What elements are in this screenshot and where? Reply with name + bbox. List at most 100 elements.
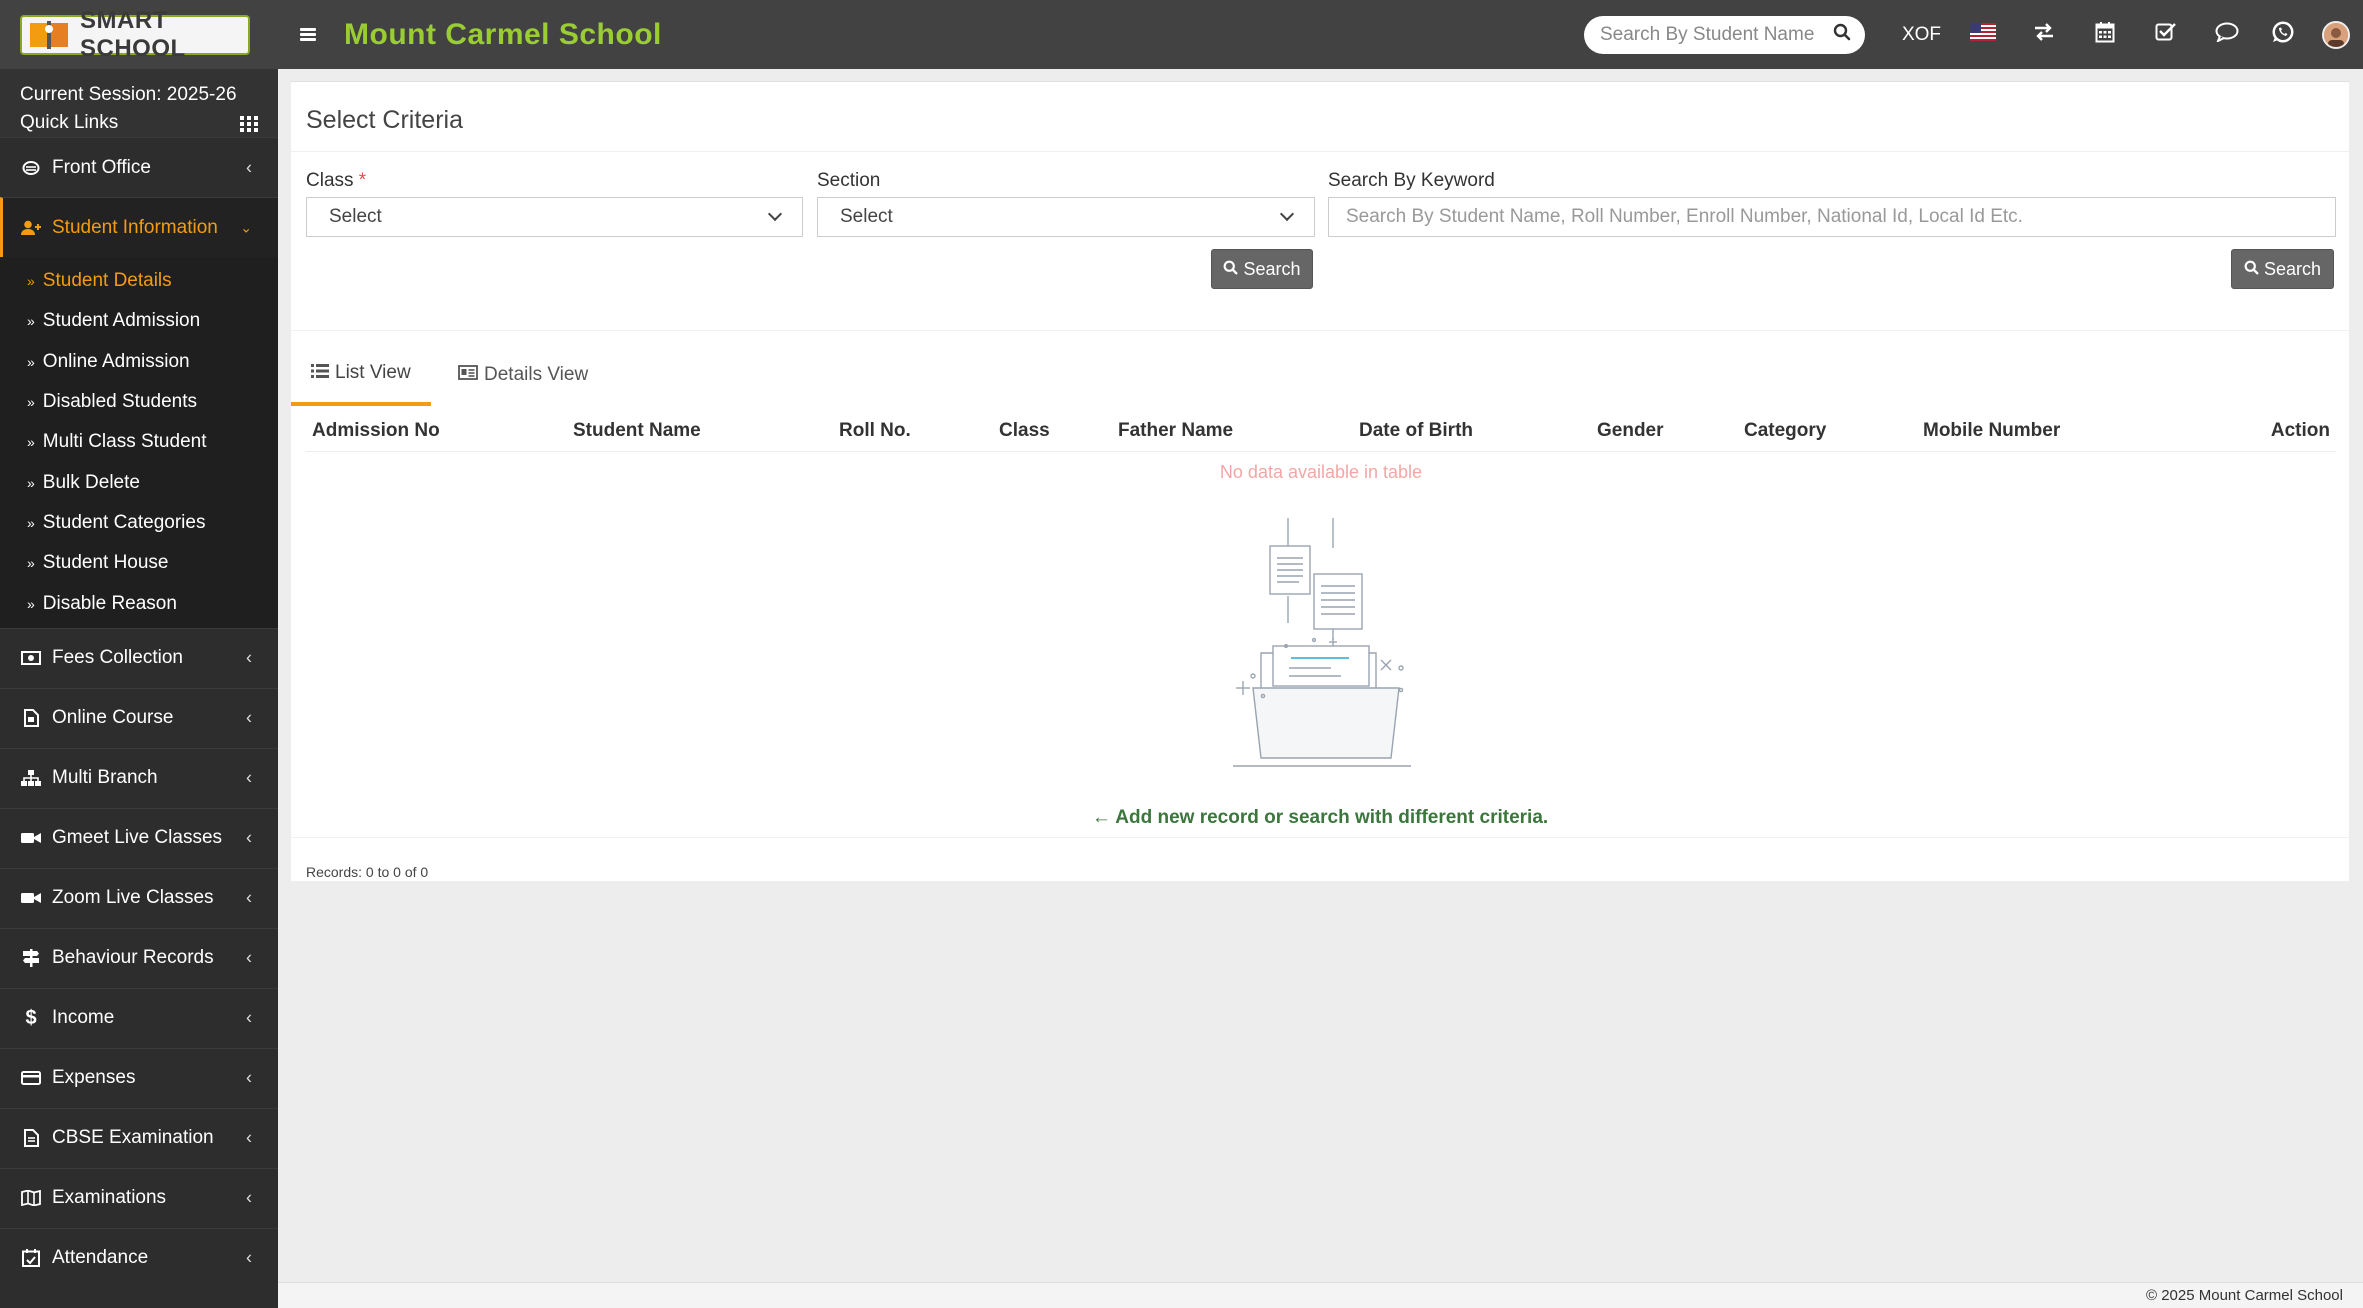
sidebar-item-student-information[interactable]: Student Information ⌄ xyxy=(0,197,278,257)
chevron-left-icon: ‹ xyxy=(246,1187,252,1208)
tab-label: Details View xyxy=(484,364,589,385)
language-flag-button[interactable] xyxy=(1952,0,2013,69)
submenu-student-details[interactable]: » Student Details xyxy=(0,261,278,301)
user-avatar xyxy=(2322,20,2350,49)
submenu-student-categories[interactable]: » Student Categories xyxy=(0,503,278,543)
video-icon xyxy=(20,891,42,905)
user-profile-button[interactable] xyxy=(2309,0,2363,69)
sidebar: Current Session: 2025-26 Quick Links Fro… xyxy=(0,69,278,1308)
exchange-icon xyxy=(2033,22,2055,47)
search-icon[interactable] xyxy=(1833,23,1851,46)
task-check-icon xyxy=(2155,22,2177,48)
submenu-student-house[interactable]: » Student House xyxy=(0,543,278,583)
sidebar-item-label: Student Information xyxy=(52,216,218,238)
sidebar-item-label: Multi Branch xyxy=(52,767,158,789)
column-header-student-name[interactable]: Student Name xyxy=(573,420,701,442)
sidebar-item-label: Fees Collection xyxy=(52,647,183,669)
sidebar-item-zoom-live-classes[interactable]: Zoom Live Classes ‹ xyxy=(0,867,278,928)
search-by-keyword-button[interactable]: Search xyxy=(2231,249,2334,289)
column-header-father-name[interactable]: Father Name xyxy=(1118,420,1233,442)
sidebar-item-label: Expenses xyxy=(52,1067,136,1089)
sidebar-item-multi-branch[interactable]: Multi Branch ‹ xyxy=(0,747,278,808)
submenu-disable-reason[interactable]: » Disable Reason xyxy=(0,583,278,623)
chevron-left-icon: ‹ xyxy=(246,827,252,848)
sidebar-item-attendance[interactable]: Attendance ‹ xyxy=(0,1227,278,1288)
student-details-panel: Select Criteria Class * Select Section S… xyxy=(291,81,2349,881)
column-header-mobile-number[interactable]: Mobile Number xyxy=(1923,420,2060,442)
submenu-bulk-delete[interactable]: » Bulk Delete xyxy=(0,462,278,502)
sidebar-item-examinations[interactable]: Examinations ‹ xyxy=(0,1167,278,1228)
class-select[interactable]: Select xyxy=(306,197,803,237)
sidebar-item-behaviour-records[interactable]: Behaviour Records ‹ xyxy=(0,927,278,988)
submenu-disabled-students[interactable]: » Disabled Students xyxy=(0,382,278,422)
double-chevron-icon: » xyxy=(27,273,35,290)
search-by-class-button[interactable]: Search xyxy=(1211,249,1313,289)
student-search-box xyxy=(1584,15,1865,54)
switch-session-button[interactable] xyxy=(2013,0,2074,69)
sidebar-item-fees-collection[interactable]: Fees Collection ‹ xyxy=(0,627,278,688)
chevron-left-icon: ‹ xyxy=(246,1007,252,1028)
column-header-category[interactable]: Category xyxy=(1744,420,1826,442)
sidebar-item-cbse-examination[interactable]: CBSE Examination ‹ xyxy=(0,1107,278,1168)
tab-details-view[interactable]: Details View xyxy=(458,344,608,406)
column-header-class[interactable]: Class xyxy=(999,420,1050,442)
section-select[interactable]: Select xyxy=(817,197,1315,237)
column-header-admission-no[interactable]: Admission No xyxy=(312,420,440,442)
dollar-icon: $ xyxy=(25,1006,37,1029)
records-count: Records: 0 to 0 of 0 xyxy=(306,864,429,880)
main-content: Select Criteria Class * Select Section S… xyxy=(278,69,2363,1282)
keyword-label: Search By Keyword xyxy=(1328,170,1495,191)
sidebar-item-label: Income xyxy=(52,1007,115,1029)
sidebar-item-front-office[interactable]: Front Office ‹ xyxy=(0,137,278,197)
submenu-multi-class-student[interactable]: » Multi Class Student xyxy=(0,422,278,462)
submenu-student-admission[interactable]: » Student Admission xyxy=(0,301,278,341)
column-header-date-of-birth[interactable]: Date of Birth xyxy=(1359,420,1473,442)
submenu-label: Bulk Delete xyxy=(42,471,140,493)
no-data-message: No data available in table xyxy=(1219,462,1423,482)
sidebar-item-label: Gmeet Live Classes xyxy=(52,827,223,849)
chevron-left-icon: ‹ xyxy=(246,947,252,968)
submenu-online-admission[interactable]: » Online Admission xyxy=(0,342,278,382)
chevron-left-icon: ‹ xyxy=(246,157,252,177)
quick-links-label: Quick Links xyxy=(20,112,119,133)
sidebar-toggle-button[interactable] xyxy=(278,0,338,69)
user-plus-icon xyxy=(20,220,42,236)
column-header-action[interactable]: Action xyxy=(2271,420,2330,442)
empty-folder-illustration xyxy=(1221,518,1431,773)
sidebar-item-label: Attendance xyxy=(52,1247,149,1269)
sidebar-item-expenses[interactable]: Expenses ‹ xyxy=(0,1047,278,1108)
quick-links[interactable]: Quick Links xyxy=(20,109,258,137)
keyword-search-input[interactable] xyxy=(1328,197,2336,237)
logo-area[interactable]: SMART SCHOOL xyxy=(0,0,278,69)
grid-icon[interactable] xyxy=(240,116,258,132)
whatsapp-button[interactable] xyxy=(2257,0,2309,69)
section-divider xyxy=(291,330,2349,331)
students-table: Admission No Student Name Roll No. Class… xyxy=(306,412,2336,482)
sidebar-item-gmeet-live-classes[interactable]: Gmeet Live Classes ‹ xyxy=(0,807,278,868)
sidebar-item-online-course[interactable]: Online Course ‹ xyxy=(0,687,278,748)
top-header: SMART SCHOOL Mount Carmel School XOF xyxy=(0,0,2363,69)
calendar-check-icon xyxy=(20,1249,42,1268)
credit-card-icon xyxy=(20,1071,42,1086)
sidebar-item-income[interactable]: $ Income ‹ xyxy=(0,987,278,1048)
messages-button[interactable] xyxy=(2196,0,2257,69)
submenu-label: Disable Reason xyxy=(42,592,177,614)
us-flag-icon xyxy=(1969,22,1996,47)
current-session[interactable]: Current Session: 2025-26 xyxy=(20,84,237,106)
column-header-gender[interactable]: Gender xyxy=(1597,420,1664,442)
sitemap-icon xyxy=(20,770,42,787)
currency-selector[interactable]: XOF xyxy=(1891,0,1952,69)
double-chevron-icon: » xyxy=(27,394,35,411)
column-header-roll-no[interactable]: Roll No. xyxy=(839,420,911,442)
submenu-label: Student Details xyxy=(42,270,172,292)
header-actions: XOF xyxy=(1584,0,2363,69)
student-search-input[interactable] xyxy=(1600,23,1833,46)
double-chevron-icon: » xyxy=(27,474,35,491)
calendar-button[interactable] xyxy=(2074,0,2135,69)
smart-school-logo[interactable]: SMART SCHOOL xyxy=(20,7,250,62)
double-chevron-icon: » xyxy=(27,555,35,572)
tab-list-view[interactable]: List View xyxy=(291,344,431,406)
session-panel: Current Session: 2025-26 Quick Links xyxy=(0,69,278,137)
section-select-value: Select xyxy=(840,206,893,227)
tasks-button[interactable] xyxy=(2135,0,2196,69)
